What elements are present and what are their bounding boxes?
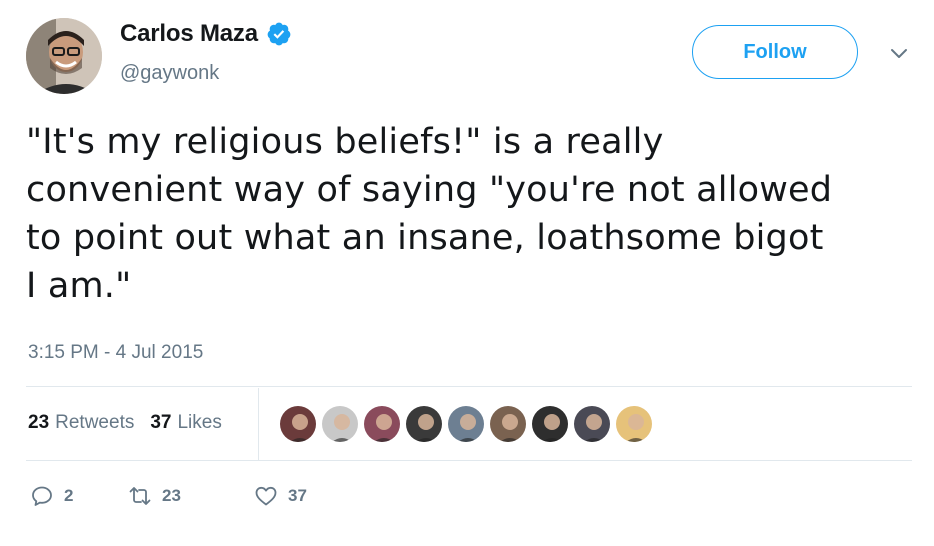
reply-icon [32, 486, 52, 506]
liker-avatar[interactable] [362, 404, 402, 444]
liker-avatar[interactable] [404, 404, 444, 444]
follow-button[interactable]: Follow [692, 25, 858, 79]
likes-count: 37 [150, 412, 172, 433]
heart-icon [255, 486, 277, 506]
retweet-icon [129, 487, 151, 505]
tweet-stats: 23 Retweets 37 Likes [28, 412, 222, 434]
user-handle[interactable]: @gaywonk [120, 62, 219, 85]
user-name-row: Carlos Maza [120, 20, 292, 48]
liker-avatar[interactable] [278, 404, 318, 444]
reply-button[interactable]: 2 [30, 484, 128, 508]
liker-avatar[interactable] [614, 404, 654, 444]
liker-avatar[interactable] [320, 404, 360, 444]
liker-avatar[interactable] [488, 404, 528, 444]
tweet-actions: 2 23 37 [30, 484, 307, 508]
retweets-stat[interactable]: 23 Retweets [28, 412, 134, 434]
divider [26, 460, 912, 461]
display-name[interactable]: Carlos Maza [120, 20, 258, 48]
liker-avatars [278, 404, 654, 444]
stats-divider [258, 388, 259, 460]
likes-label: Likes [177, 412, 222, 433]
retweet-count: 23 [162, 486, 181, 505]
retweets-count: 23 [28, 412, 50, 433]
liker-avatar[interactable] [530, 404, 570, 444]
divider [26, 386, 912, 387]
retweets-label: Retweets [55, 412, 135, 433]
reply-count: 2 [64, 486, 74, 505]
like-button[interactable]: 37 [254, 484, 307, 508]
chevron-down-icon[interactable] [888, 42, 910, 64]
verified-badge-icon [267, 22, 291, 46]
like-count: 37 [288, 486, 307, 505]
tweet-timestamp[interactable]: 3:15 PM - 4 Jul 2015 [28, 342, 203, 364]
tweet-text: "It's my religious beliefs!" is a really… [26, 122, 833, 306]
liker-avatar[interactable] [446, 404, 486, 444]
retweet-button[interactable]: 23 [128, 484, 254, 508]
likes-stat[interactable]: 37 Likes [150, 412, 222, 434]
avatar[interactable] [26, 18, 102, 94]
liker-avatar[interactable] [572, 404, 612, 444]
